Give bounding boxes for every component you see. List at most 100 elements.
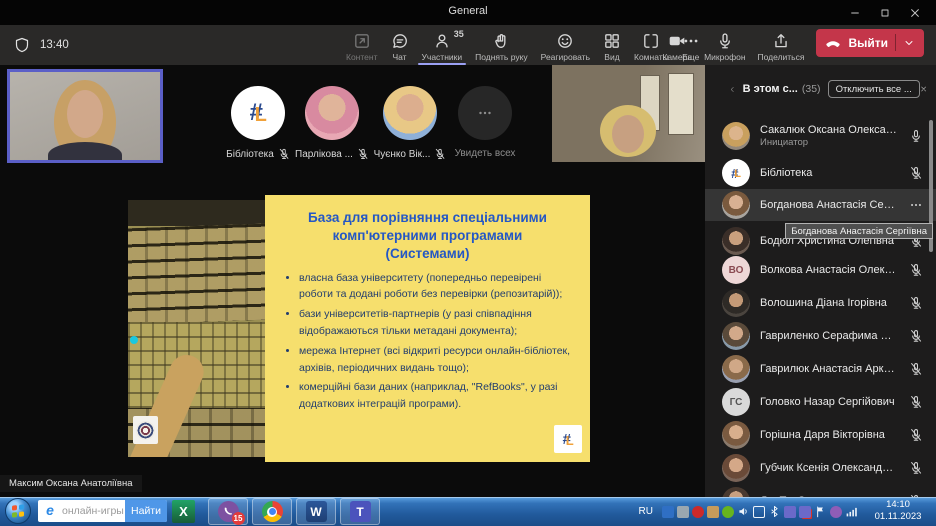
participants-panel: В этом с... (35) Отключить все ... Сакал…: [705, 65, 936, 497]
participant-row[interactable]: Волошина Діана Ігорівна: [705, 287, 936, 319]
participant-row[interactable]: Горішна Даря Вікторівна: [705, 419, 936, 451]
hangup-icon: [825, 35, 841, 51]
mic-muted-icon[interactable]: [909, 296, 923, 310]
toolbar-view[interactable]: Вид: [603, 32, 621, 62]
mic-muted-icon[interactable]: [909, 329, 923, 343]
minimize-button[interactable]: [840, 0, 870, 25]
mic-muted-icon[interactable]: [909, 166, 923, 180]
toolbar-mic[interactable]: Микрофон: [704, 32, 745, 62]
taskbar-search[interactable]: e онлайн-игры Найти: [38, 500, 167, 522]
participant-row[interactable]: ВО Волкова Анастасія Олександрів...: [705, 254, 936, 286]
participant-row[interactable]: Сакалюк Оксана Олександрівна Инициатор: [705, 117, 936, 155]
archive-tray-icon[interactable]: [707, 506, 719, 518]
taskbar-clock[interactable]: 14:10 01.11.2023: [862, 499, 934, 523]
mute-all-button[interactable]: Отключить все ...: [828, 80, 920, 98]
network-signal-icon[interactable]: [845, 505, 858, 518]
react-icon: [556, 32, 574, 50]
strip-tile-see-all[interactable]: Увидеть всех: [440, 86, 530, 159]
bluetooth-tray-icon[interactable]: [768, 505, 781, 518]
toolbar-participants[interactable]: 35 Участники: [422, 32, 463, 62]
search-input[interactable]: онлайн-игры: [58, 505, 125, 517]
leave-label: Выйти: [848, 36, 888, 50]
participant-row[interactable]: Губчик Ксенія Олександрівна: [705, 452, 936, 484]
minimize-icon: [849, 7, 861, 19]
mic-muted-icon[interactable]: [909, 263, 923, 277]
search-go-button[interactable]: Найти: [125, 500, 167, 522]
participant-row[interactable]: #L Бібліотека: [705, 157, 936, 189]
toolbar-right: Камера Микрофон Поделиться Выйти: [662, 25, 924, 65]
volume-tray-icon[interactable]: [737, 505, 750, 518]
see-all-button[interactable]: [458, 86, 512, 140]
video-thumbnail-room[interactable]: [552, 65, 705, 162]
viber-taskbar-button[interactable]: 15: [208, 498, 248, 525]
avatar: [722, 227, 750, 255]
teams-taskbar-button[interactable]: T: [340, 498, 380, 525]
chrome-taskbar-button[interactable]: [252, 498, 292, 525]
video-thumbnail-speaker[interactable]: [7, 69, 163, 163]
logo-l-glyph: L: [255, 104, 267, 127]
start-button[interactable]: [5, 498, 31, 524]
participant-name: Гаврилюк Анастасія Аркадіївна: [760, 363, 899, 375]
leave-divider: [895, 34, 896, 51]
participant-name: Богданова Анастасія Сергіївна: [760, 199, 899, 211]
toolbar-chat[interactable]: Чат: [391, 32, 409, 62]
teams-tray-icon[interactable]: [784, 506, 796, 518]
participant-row[interactable]: Гавриленко Серафима Сергіївна: [705, 320, 936, 352]
row-menu-icon[interactable]: [909, 198, 923, 212]
flag-tray-icon[interactable]: [814, 505, 827, 518]
toolbar-view-label: Вид: [604, 52, 619, 62]
leave-button[interactable]: Выйти: [816, 29, 924, 57]
content-icon: [353, 32, 371, 50]
mic-muted-icon[interactable]: [909, 461, 923, 475]
mic-muted-icon[interactable]: [909, 428, 923, 442]
excel-taskbar-icon[interactable]: X: [172, 500, 195, 523]
rooms-icon: [642, 32, 660, 50]
participant-row[interactable]: ГС Головко Назар Сергійович: [705, 386, 936, 418]
back-icon[interactable]: [729, 84, 736, 95]
close-button[interactable]: [900, 0, 930, 25]
mic-muted-icon[interactable]: [909, 395, 923, 409]
participant-name: Сакалюк Оксана Олександрівна: [760, 124, 899, 136]
window-controls: [840, 0, 930, 25]
participant-row-partial[interactable]: Д... Т... О...: [705, 485, 936, 497]
panel-close-icon[interactable]: [920, 83, 927, 95]
participant-row[interactable]: Гаврилюк Анастасія Аркадіївна: [705, 353, 936, 385]
clipboard-tray-icon[interactable]: [753, 506, 765, 518]
mic-icon[interactable]: [909, 129, 923, 143]
word-taskbar-button[interactable]: W: [296, 498, 336, 525]
toolbar-raise-hand[interactable]: Поднять руку: [475, 32, 528, 62]
participant-name: Волкова Анастасія Олександрів...: [760, 264, 899, 276]
usb-tray-icon[interactable]: [662, 506, 674, 518]
avatar-initials: ВО: [722, 256, 750, 284]
toolbar-content[interactable]: Контент: [346, 32, 378, 62]
toolbar-mic-label: Микрофон: [704, 52, 745, 62]
toolbar-share-label: Поделиться: [758, 52, 805, 62]
window-titlebar: General: [0, 0, 936, 25]
view-icon: [603, 32, 621, 50]
antivirus-tray-icon[interactable]: [722, 506, 734, 518]
windows-logo-icon: [12, 504, 24, 517]
avatar: [722, 191, 750, 219]
chevron-down-icon[interactable]: [903, 37, 915, 49]
maximize-icon: [879, 7, 891, 19]
mic-icon: [716, 32, 734, 50]
toolbar-camera[interactable]: Камера: [662, 32, 692, 62]
maximize-button[interactable]: [870, 0, 900, 25]
language-indicator[interactable]: RU: [639, 506, 653, 517]
viber-badge: 15: [232, 512, 245, 525]
mic-muted-icon[interactable]: [909, 362, 923, 376]
teams-alert-tray-icon[interactable]: [799, 506, 811, 518]
participant-row-hovered[interactable]: Богданова Анастасія Сергіївна: [705, 189, 936, 221]
toolbar-share[interactable]: Поделиться: [758, 32, 805, 62]
record-tray-icon[interactable]: [692, 506, 704, 518]
slide-logo: #L: [554, 425, 582, 453]
toolbar-react[interactable]: Реагировать: [541, 32, 590, 62]
raise-hand-icon: [492, 32, 510, 50]
strip-tile-parlikova[interactable]: Парлікова ...: [287, 86, 377, 160]
share-icon: [772, 32, 790, 50]
device-tray-icon[interactable]: [677, 506, 689, 518]
viber-tray-icon[interactable]: [830, 506, 842, 518]
participant-name: Волошина Діана Ігорівна: [760, 297, 899, 309]
participants-header: В этом с... (35) Отключить все ...: [705, 77, 936, 101]
slide-title: База для порівняння спеціальними комп'ют…: [303, 209, 553, 264]
